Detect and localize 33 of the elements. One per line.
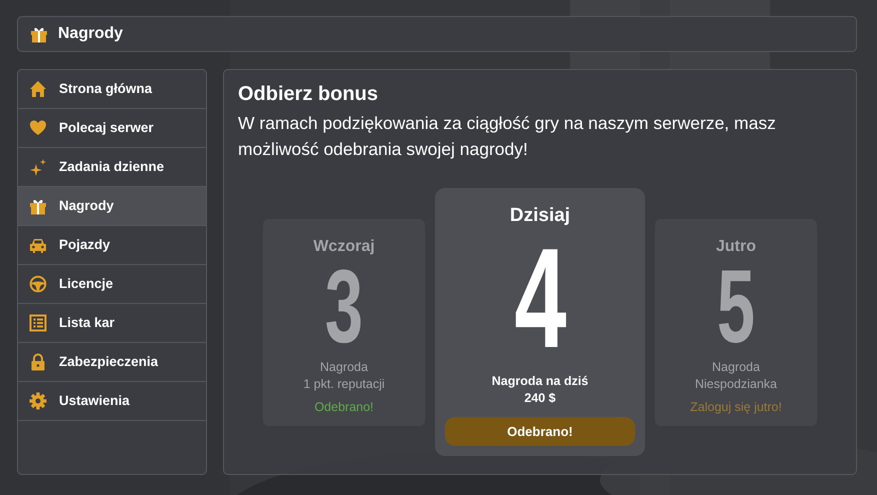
sidebar-item[interactable]: Licencje <box>18 265 206 304</box>
sidebar-item[interactable]: Lista kar <box>18 304 206 343</box>
section-title: Odbierz bonus <box>238 82 379 106</box>
gift-icon <box>29 197 47 215</box>
gift-icon <box>30 25 48 43</box>
reward-text: Nagroda Niespodzianka <box>695 358 777 392</box>
sidebar-item[interactable]: Ustawienia <box>18 382 206 421</box>
sidebar-item[interactable]: Nagrody <box>18 187 206 226</box>
sidebar-item[interactable]: Polecaj serwer <box>18 109 206 148</box>
steering-wheel-icon <box>29 275 47 293</box>
description-text: W ramach podziękowania za ciągłość gry na naszym serwerze, masz możliwość odebrania swojej nagrody! <box>238 112 777 161</box>
reward-text: Nagroda 1 pkt. reputacji <box>303 358 385 392</box>
claimed-button[interactable]: Odebrano! <box>445 417 635 446</box>
reward-text: Nagroda na dziś 240 $ <box>492 372 588 406</box>
house-icon <box>29 80 47 98</box>
day-number: 3 <box>324 258 364 354</box>
sidebar-item[interactable]: Zabezpieczenia <box>18 343 206 382</box>
gear-icon <box>29 392 47 410</box>
sidebar-item[interactable]: Pojazdy <box>18 226 206 265</box>
day-number: 4 <box>514 230 566 366</box>
day-label: Wczoraj <box>313 236 375 256</box>
car-icon <box>29 236 47 254</box>
status-text: Odebrano! <box>314 398 374 416</box>
day-label: Dzisiaj <box>510 204 570 228</box>
list-icon <box>29 314 47 332</box>
sidebar-item[interactable]: Strona główna <box>18 70 206 109</box>
day-label: Jutro <box>716 236 756 256</box>
lock-icon <box>29 353 47 371</box>
status-text: Zaloguj się jutro! <box>690 398 782 416</box>
sparkles-icon <box>29 158 47 176</box>
heart-icon <box>29 119 47 137</box>
page-title: Nagrody <box>58 24 123 44</box>
day-number: 5 <box>716 258 756 354</box>
